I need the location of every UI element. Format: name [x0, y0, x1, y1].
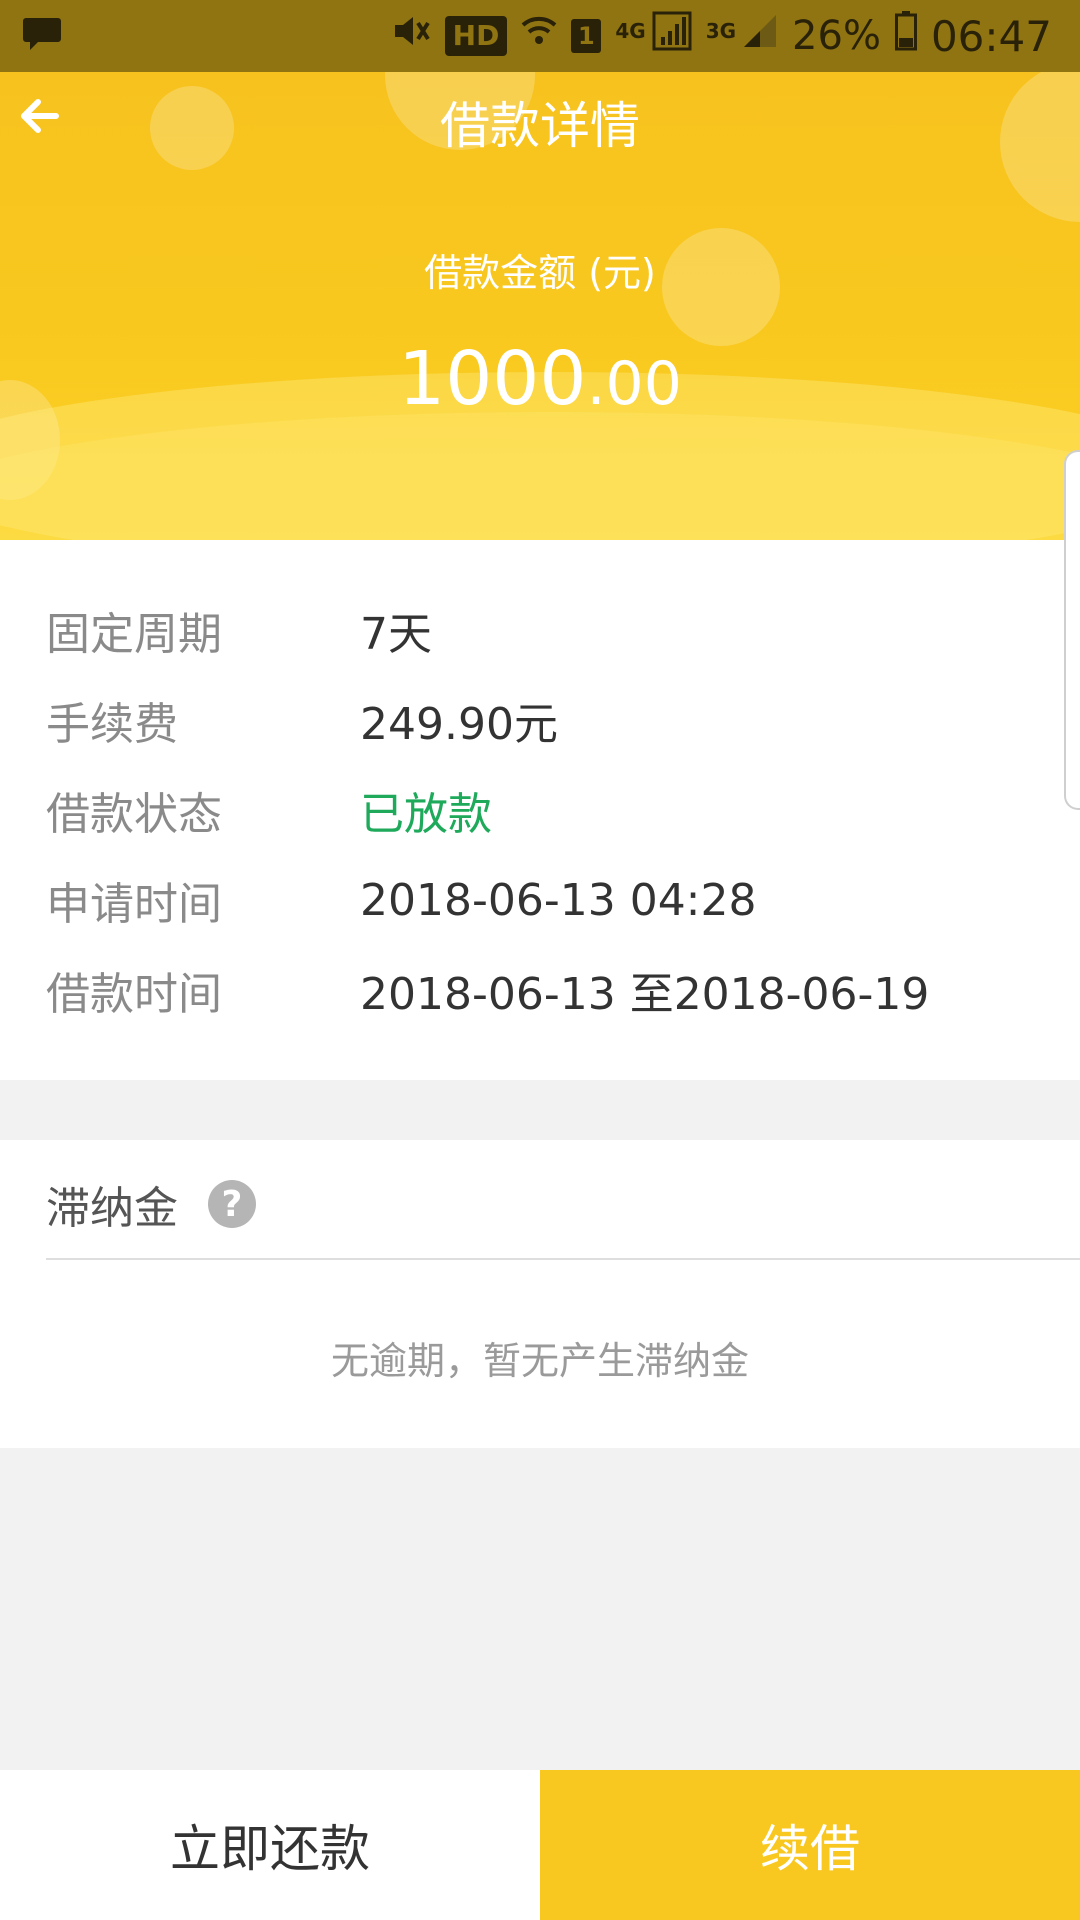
decor-wave	[0, 412, 1080, 540]
detail-label: 手续费	[46, 699, 178, 750]
detail-value: 249.90元	[360, 699, 558, 750]
battery-percent: 26%	[792, 13, 881, 59]
amount-decimal: .00	[586, 349, 682, 419]
detail-value: 2018-06-13 至2018-06-19	[360, 969, 930, 1020]
detail-value: 7天	[360, 609, 432, 660]
message-icon	[22, 15, 62, 57]
detail-label: 借款时间	[46, 969, 222, 1020]
battery-icon	[894, 11, 917, 61]
status-bar: HD 1 4G 3G 26% 06:47	[0, 0, 1080, 72]
detail-row-loan-time: 借款时间 2018-06-13 至2018-06-19	[46, 960, 929, 1020]
amount-label: 借款金额 (元)	[424, 251, 656, 295]
help-icon[interactable]: ?	[208, 1180, 256, 1228]
wifi-icon	[521, 13, 557, 59]
signal-weak-icon	[742, 13, 778, 59]
side-pull-tab[interactable]	[1064, 450, 1080, 810]
repay-now-button[interactable]: 立即还款	[0, 1770, 540, 1920]
page-title: 借款详情	[440, 97, 640, 155]
late-fee-section: 滞纳金 ? 无逾期，暂无产生滞纳金	[0, 1140, 1080, 1448]
late-fee-header: 滞纳金 ?	[46, 1172, 256, 1236]
detail-row-status: 借款状态 已放款	[46, 780, 492, 840]
late-fee-message: 无逾期，暂无产生滞纳金	[330, 1339, 749, 1383]
bottom-action-bar: 立即还款 续借	[0, 1770, 1080, 1920]
hd-badge: HD	[444, 16, 508, 56]
detail-value: 2018-06-13 04:28	[360, 874, 757, 926]
network-3g-label: 3G	[705, 19, 737, 43]
loan-header: 借款详情 借款金额 (元) 1000.00	[0, 72, 1080, 540]
status-value: 已放款	[360, 789, 492, 840]
detail-row-period: 固定周期 7天	[46, 600, 432, 660]
mute-icon	[391, 13, 431, 59]
loan-details: 固定周期 7天 手续费 249.90元 借款状态 已放款 申请时间 2018-0…	[0, 540, 1080, 1080]
divider	[46, 1258, 1080, 1260]
clock: 06:47	[930, 11, 1052, 61]
sim-badge: 1	[571, 19, 602, 53]
detail-label: 申请时间	[46, 879, 222, 930]
detail-label: 固定周期	[46, 609, 222, 660]
network-4g-label: 4G	[615, 19, 646, 43]
detail-row-fee: 手续费 249.90元	[46, 690, 558, 750]
detail-label: 借款状态	[46, 789, 222, 840]
late-fee-title: 滞纳金	[46, 1183, 178, 1234]
amount-integer: 1000	[398, 336, 587, 422]
detail-row-apply-time: 申请时间 2018-06-13 04:28	[46, 870, 757, 931]
loan-amount: 1000.00	[0, 334, 1080, 429]
renew-loan-button[interactable]: 续借	[540, 1770, 1080, 1920]
signal-icon	[652, 11, 692, 61]
